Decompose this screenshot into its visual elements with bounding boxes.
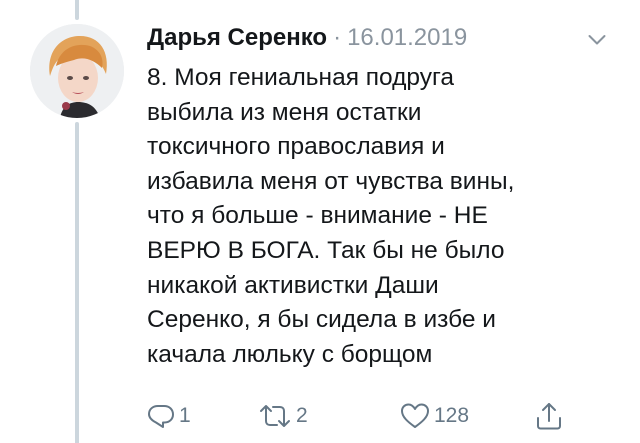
retweet-button[interactable]: 2 [258,400,308,432]
tweet-date[interactable]: 16.01.2019 [347,24,467,52]
share-button[interactable] [535,400,563,432]
reply-icon [148,405,174,428]
thread-line-bottom [75,122,79,443]
share-icon [537,403,561,430]
tweet-actions: 1 2 128 [0,400,640,432]
like-count: 128 [434,404,470,427]
retweet-count: 2 [296,404,308,427]
tweet-text: 8. Моя гениальная подруга выбила из меня… [147,64,515,368]
like-button[interactable]: 128 [400,400,469,432]
tweet-header: Дарья Серенко · 16.01.2019 [147,24,467,56]
author-name[interactable]: Дарья Серенко [147,24,327,52]
reply-button[interactable]: 1 [147,400,191,432]
thread-line-top [75,0,79,20]
chevron-down-icon[interactable] [588,34,606,46]
heart-icon [401,403,429,428]
retweet-icon [260,405,290,427]
header-separator: · [333,24,342,51]
reply-count: 1 [179,404,191,427]
avatar[interactable] [30,24,124,118]
